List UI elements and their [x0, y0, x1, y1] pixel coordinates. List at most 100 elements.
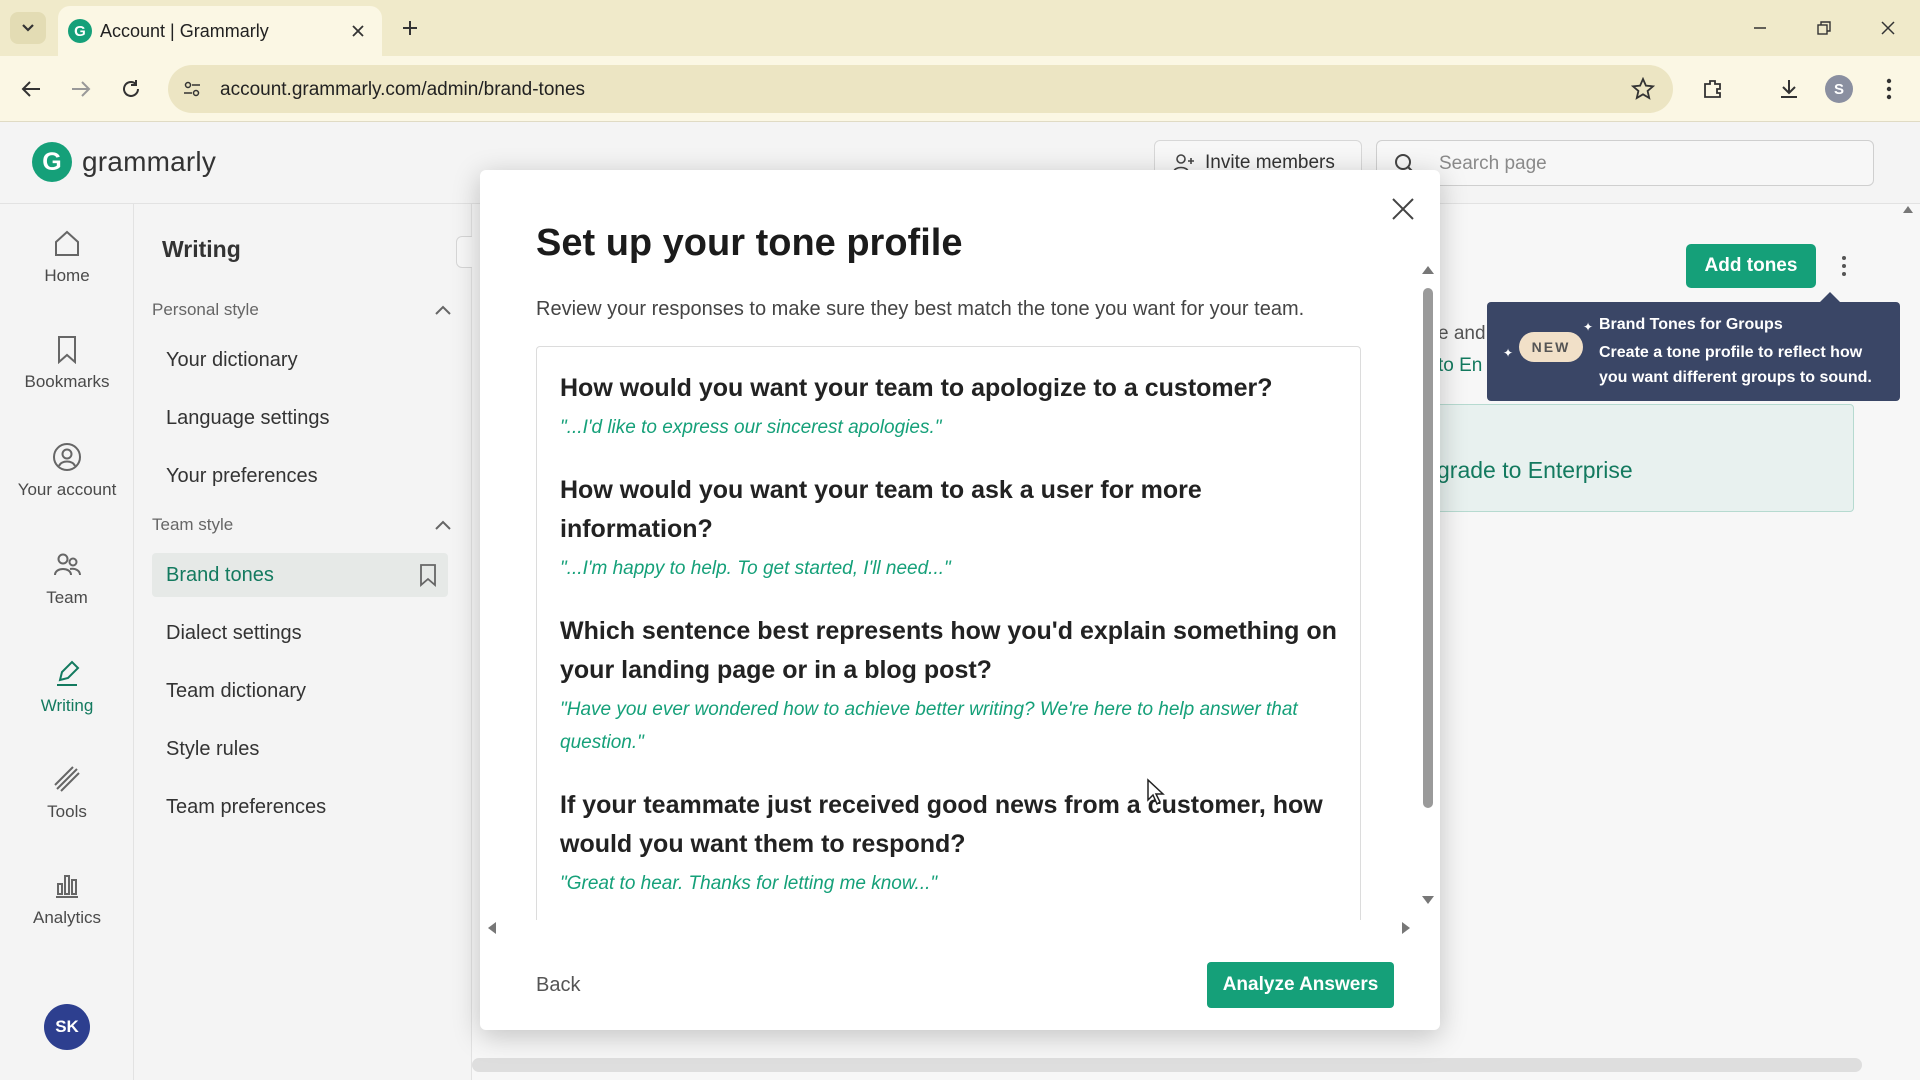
- rail-item-team[interactable]: Team: [0, 550, 134, 640]
- plus-icon: [403, 21, 417, 35]
- chevron-up-icon: [435, 305, 451, 315]
- modal-vertical-scrollbar[interactable]: [1422, 266, 1434, 904]
- logo-text: grammarly: [82, 146, 217, 177]
- browser-tab-active[interactable]: G Account | Grammarly: [58, 6, 382, 56]
- forward-nav-button[interactable]: [64, 72, 98, 106]
- restore-button[interactable]: [1804, 10, 1844, 46]
- rail-item-analytics[interactable]: Analytics: [0, 870, 134, 960]
- browser-tab-bar: G Account | Grammarly: [0, 0, 1920, 56]
- restore-icon: [1817, 21, 1831, 35]
- sidebar-item-label: Brand tones: [166, 563, 274, 586]
- tools-icon: [54, 766, 80, 792]
- bookmark-icon: [58, 336, 76, 364]
- upgrade-enterprise-text: grade to Enterprise: [1437, 457, 1633, 483]
- responses-list[interactable]: How would you want your team to apologiz…: [536, 346, 1361, 920]
- back-button[interactable]: Back: [536, 974, 580, 997]
- chevron-down-icon: [22, 24, 34, 32]
- address-bar[interactable]: account.grammarly.com/admin/brand-tones: [168, 65, 1673, 113]
- reload-button[interactable]: [114, 72, 148, 106]
- analyze-answers-button[interactable]: Analyze Answers: [1207, 962, 1394, 1008]
- answer-text: "...I'd like to express our sincerest ap…: [560, 417, 942, 438]
- tab-search-button[interactable]: [10, 12, 46, 44]
- more-vertical-icon: [1886, 78, 1892, 100]
- download-icon: [1781, 80, 1797, 98]
- writing-sidebar: Writing Personal style Your dictionary L…: [134, 204, 472, 1080]
- list-item: Which sentence best represents how you'd…: [560, 612, 1350, 759]
- tone-profile-modal: Set up your tone profile Review your res…: [480, 170, 1440, 1030]
- personal-style-header[interactable]: Personal style: [152, 300, 452, 320]
- minimize-button[interactable]: [1740, 10, 1780, 46]
- browser-toolbar: account.grammarly.com/admin/brand-tones …: [0, 56, 1920, 122]
- user-avatar[interactable]: SK: [44, 1004, 90, 1050]
- list-item: How would you want your team to apologiz…: [560, 369, 1350, 444]
- sidebar-item-brand-tones[interactable]: Brand tones: [152, 553, 448, 597]
- search-input[interactable]: [1439, 149, 1839, 179]
- brand-tones-tooltip: ✦ NEW ✦ Brand Tones for Groups Create a …: [1487, 292, 1900, 401]
- bookmark-icon[interactable]: [418, 563, 438, 587]
- scroll-right-arrow-icon[interactable]: [1402, 922, 1410, 934]
- team-icon: [54, 553, 81, 576]
- list-item: If your teammate just received good news…: [560, 786, 1350, 900]
- site-info-icon[interactable]: [180, 77, 204, 101]
- tab-close-button[interactable]: [346, 19, 370, 43]
- minimize-icon: [1754, 27, 1766, 29]
- sidebar-item-language-settings[interactable]: Language settings: [152, 396, 448, 440]
- analytics-icon: [56, 875, 78, 898]
- question-text: If your teammate just received good news…: [560, 791, 1323, 858]
- new-badge: NEW: [1519, 332, 1583, 362]
- window-close-button[interactable]: [1868, 10, 1908, 46]
- rail-item-writing[interactable]: Writing: [0, 658, 134, 748]
- rail-item-tools[interactable]: Tools: [0, 764, 134, 854]
- sidebar-item-your-preferences[interactable]: Your preferences: [152, 454, 448, 498]
- search-page-box[interactable]: [1376, 140, 1874, 186]
- modal-close-button[interactable]: [1386, 192, 1420, 226]
- browser-menu-button[interactable]: [1874, 74, 1904, 104]
- rail-label-bookmarks: Bookmarks: [24, 372, 110, 391]
- rail-label-analytics: Analytics: [32, 908, 102, 927]
- question-text: How would you want your team to ask a us…: [560, 476, 1202, 543]
- add-tones-button[interactable]: Add tones: [1686, 244, 1816, 288]
- page-horizontal-scrollbar[interactable]: [472, 1058, 1862, 1072]
- team-style-header[interactable]: Team style: [152, 515, 452, 535]
- url-text: account.grammarly.com/admin/brand-tones: [220, 79, 586, 100]
- modal-subtitle: Review your responses to make sure they …: [536, 298, 1305, 320]
- upgrade-enterprise-card[interactable]: grade to Enterprise: [1406, 404, 1854, 512]
- back-nav-button[interactable]: [14, 72, 48, 106]
- background-link-text[interactable]: to En: [1438, 350, 1486, 382]
- grammarly-logo-icon: G: [32, 142, 72, 182]
- profile-avatar: S: [1825, 75, 1853, 103]
- sparkle-icon: ✦: [1583, 320, 1594, 334]
- answer-text: "...I'm happy to help. To get started, I…: [560, 558, 951, 579]
- list-item: How would you want your team to ask a us…: [560, 471, 1350, 585]
- scroll-up-arrow-icon[interactable]: [1902, 204, 1914, 214]
- background-text: e and to En: [1438, 318, 1486, 382]
- scroll-down-arrow-icon[interactable]: [1422, 896, 1434, 904]
- sidebar-item-style-rules[interactable]: Style rules: [152, 727, 448, 771]
- home-icon: [55, 230, 79, 256]
- rail-item-bookmarks[interactable]: Bookmarks: [0, 334, 134, 424]
- sidebar-item-team-dictionary[interactable]: Team dictionary: [152, 669, 448, 713]
- question-text: How would you want your team to apologiz…: [560, 374, 1273, 402]
- grammarly-favicon-icon: G: [68, 19, 92, 43]
- rail-item-home[interactable]: Home: [0, 228, 134, 318]
- bookmark-star-icon[interactable]: [1630, 76, 1656, 106]
- arrow-left-icon: [21, 81, 40, 97]
- profile-button[interactable]: S: [1824, 74, 1854, 104]
- scrollbar-thumb[interactable]: [1423, 288, 1433, 808]
- sidebar-item-your-dictionary[interactable]: Your dictionary: [152, 338, 448, 382]
- background-text-line: e and: [1438, 323, 1486, 344]
- rail-item-your-account[interactable]: Your account: [0, 442, 134, 532]
- sidebar-item-dialect-settings[interactable]: Dialect settings: [152, 611, 448, 655]
- scroll-left-arrow-icon[interactable]: [488, 922, 496, 934]
- scroll-up-arrow-icon[interactable]: [1422, 266, 1434, 274]
- close-icon: [352, 25, 364, 37]
- extensions-button[interactable]: [1698, 74, 1728, 104]
- new-tab-button[interactable]: [396, 14, 424, 42]
- close-icon: [1392, 198, 1414, 220]
- more-options-button[interactable]: [1836, 250, 1852, 282]
- icon-rail: Home Bookmarks Your account Team Writing…: [0, 204, 134, 1080]
- answer-text: "Great to hear. Thanks for letting me kn…: [560, 873, 938, 894]
- downloads-button[interactable]: [1774, 74, 1804, 104]
- grammarly-logo[interactable]: G grammarly: [32, 142, 216, 182]
- sidebar-item-team-preferences[interactable]: Team preferences: [152, 785, 448, 829]
